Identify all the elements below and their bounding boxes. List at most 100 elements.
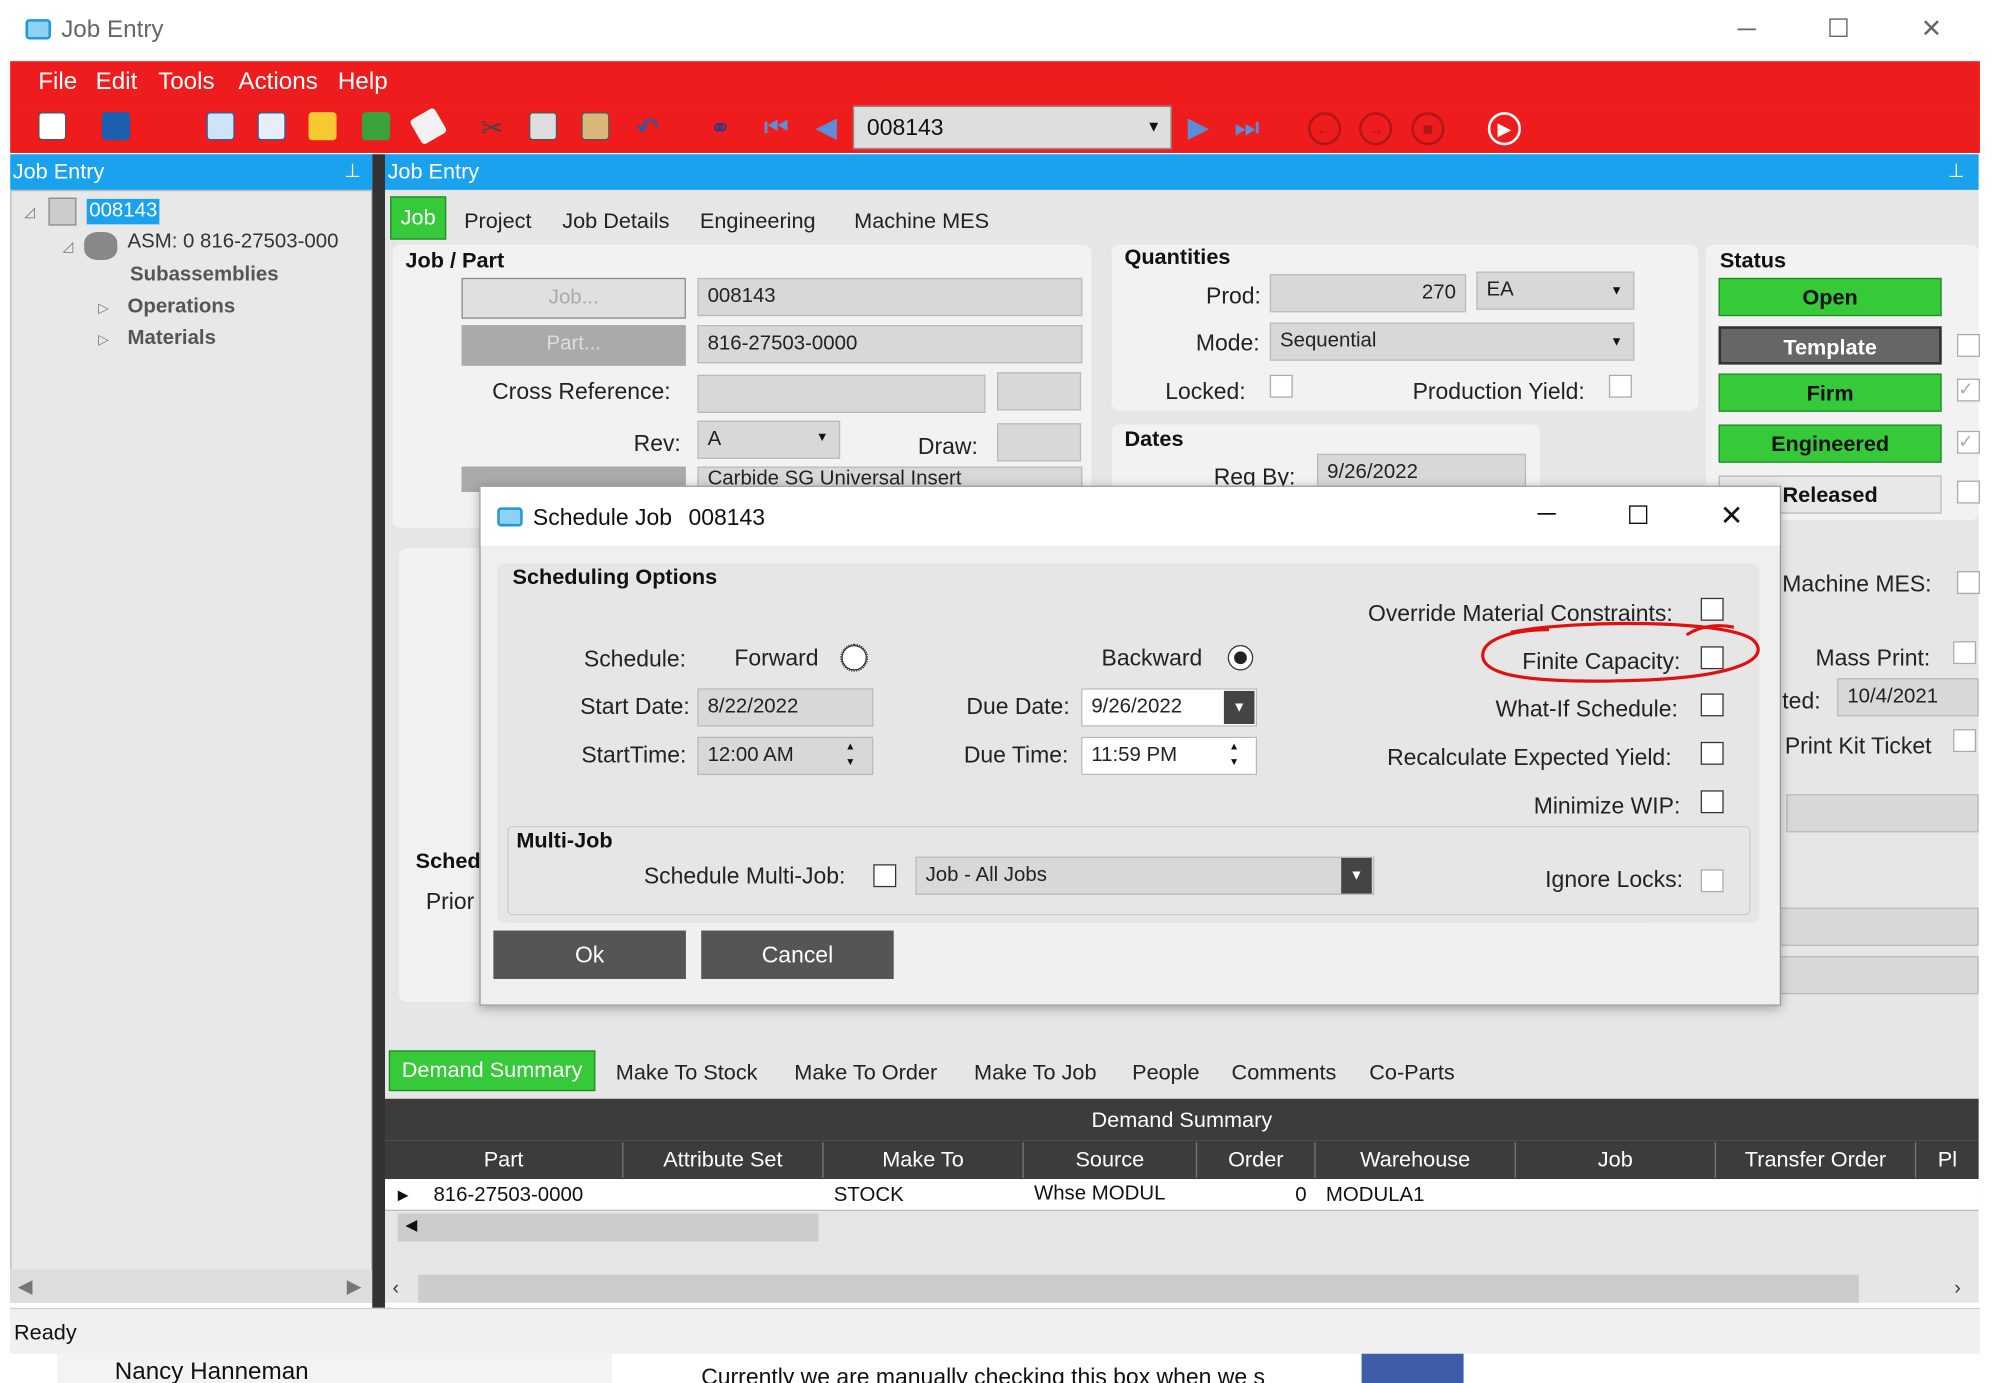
cell-make-to[interactable]: STOCK: [834, 1184, 904, 1207]
maximize-button[interactable]: ☐: [1627, 500, 1650, 532]
chevron-down-icon[interactable]: ▼: [1146, 117, 1161, 135]
tree-node-job[interactable]: 008143: [86, 198, 160, 225]
tab-make-to-stock[interactable]: Make To Stock: [616, 1061, 758, 1086]
refresh-icon[interactable]: [362, 112, 391, 141]
draw-field[interactable]: [996, 423, 1082, 462]
tab-job[interactable]: Job: [390, 196, 447, 240]
status-firm[interactable]: Firm: [1718, 373, 1942, 412]
part-field[interactable]: 816-27503-0000: [697, 325, 1083, 364]
menu-actions[interactable]: Actions: [238, 69, 317, 97]
cell-source[interactable]: Whse MODUL: [1034, 1183, 1165, 1206]
cut-icon[interactable]: ✂: [478, 112, 506, 144]
spinner-icon[interactable]: ▲ ▼: [1229, 739, 1239, 770]
menu-help[interactable]: Help: [338, 69, 388, 97]
recalculate-checkbox[interactable]: [1700, 741, 1724, 765]
scroll-right-icon[interactable]: ▶: [347, 1275, 362, 1298]
tree-node-materials[interactable]: Materials: [127, 328, 215, 351]
template-checkbox[interactable]: [1956, 333, 1980, 357]
col-attribute-set[interactable]: Attribute Set: [623, 1142, 824, 1178]
chevron-down-icon[interactable]: ▼: [1341, 857, 1372, 894]
new-icon[interactable]: [38, 112, 67, 141]
released-checkbox[interactable]: [1956, 480, 1980, 504]
status-open[interactable]: Open: [1718, 277, 1942, 317]
paste-icon[interactable]: [581, 112, 610, 141]
next-record-icon[interactable]: ▶: [1183, 112, 1214, 143]
table-row[interactable]: [385, 1179, 1979, 1211]
tree-node-subassemblies[interactable]: Subassemblies: [130, 264, 279, 287]
tab-machine-mes[interactable]: Machine MES: [854, 209, 989, 234]
status-template[interactable]: Template: [1718, 326, 1942, 365]
collapse-icon[interactable]: ◿: [62, 238, 73, 255]
menu-file[interactable]: File: [38, 69, 77, 97]
spinner-icon[interactable]: ▲ ▼: [845, 739, 855, 770]
ted-date-field[interactable]: 10/4/2021: [1837, 678, 1979, 717]
engineered-checkbox[interactable]: ✓: [1956, 430, 1980, 454]
ok-button[interactable]: Ok: [493, 930, 686, 979]
maximize-button[interactable]: ☐: [1813, 10, 1864, 48]
status-field-a[interactable]: [1786, 794, 1979, 833]
tree-scrollbar[interactable]: [10, 1269, 373, 1303]
stop-icon[interactable]: ■: [1411, 112, 1445, 146]
cell-warehouse[interactable]: MODULA1: [1326, 1184, 1425, 1207]
mode-select[interactable]: Sequential: [1269, 322, 1635, 361]
scroll-left-icon[interactable]: ◀: [18, 1275, 33, 1298]
prod-qty-field[interactable]: 270: [1269, 274, 1467, 313]
schedule-multi-job-checkbox[interactable]: [873, 864, 897, 888]
locked-checkbox[interactable]: [1269, 374, 1293, 398]
collapse-icon[interactable]: ◿: [24, 204, 35, 220]
scroll-left-icon[interactable]: ◀: [405, 1216, 417, 1234]
machine-mes-checkbox[interactable]: [1956, 571, 1980, 595]
play-icon[interactable]: ▶: [1487, 112, 1521, 146]
col-part[interactable]: Part: [385, 1142, 624, 1178]
col-pl[interactable]: Pl: [1916, 1142, 1978, 1178]
tab-co-parts[interactable]: Co-Parts: [1369, 1061, 1455, 1086]
tree-node-asm[interactable]: ASM: 0 816-27503-000: [127, 231, 338, 254]
cross-reference-field[interactable]: [697, 374, 986, 414]
what-if-checkbox[interactable]: [1700, 693, 1724, 717]
tab-demand-summary[interactable]: Demand Summary: [388, 1050, 596, 1092]
col-job[interactable]: Job: [1516, 1142, 1717, 1178]
minimize-wip-checkbox[interactable]: [1700, 790, 1724, 814]
tab-project[interactable]: Project: [464, 209, 531, 234]
chevron-down-icon[interactable]: ▼: [1610, 335, 1623, 349]
tab-comments[interactable]: Comments: [1232, 1061, 1337, 1086]
forward-radio[interactable]: [840, 643, 869, 672]
first-record-icon[interactable]: ⏮: [761, 112, 792, 143]
production-yield-checkbox[interactable]: [1608, 374, 1632, 398]
pin-icon[interactable]: ⊥: [1948, 159, 1965, 183]
cell-order[interactable]: 0: [1295, 1184, 1306, 1207]
binoculars-icon[interactable]: ⚭: [706, 112, 734, 143]
back-icon[interactable]: ←: [1308, 112, 1342, 146]
cell-part[interactable]: 816-27503-0000: [433, 1184, 583, 1207]
main-hscroll[interactable]: [418, 1274, 1859, 1303]
part-button[interactable]: Part...: [461, 325, 686, 366]
minimize-button[interactable]: ─: [1538, 500, 1556, 529]
chevron-down-icon[interactable]: ▼: [1610, 284, 1623, 298]
expand-icon[interactable]: ▷: [98, 300, 109, 316]
job-field[interactable]: 008143: [697, 277, 1083, 317]
col-source[interactable]: Source: [1024, 1142, 1198, 1178]
menu-tools[interactable]: Tools: [158, 69, 215, 97]
print-kit-checkbox[interactable]: [1953, 729, 1977, 753]
forward-icon[interactable]: →: [1359, 112, 1393, 146]
grid-hscroll-left[interactable]: [397, 1213, 819, 1242]
book-icon[interactable]: [206, 112, 235, 141]
multi-job-select[interactable]: Job - All Jobs: [915, 856, 1375, 895]
save-icon[interactable]: [101, 112, 131, 141]
calendar-dropdown-icon[interactable]: ▼: [1223, 690, 1255, 725]
cancel-button[interactable]: Cancel: [701, 930, 894, 979]
menu-edit[interactable]: Edit: [96, 69, 138, 97]
scroll-left-icon[interactable]: ‹: [393, 1277, 399, 1299]
folder-icon[interactable]: [308, 112, 337, 141]
calendar-icon[interactable]: [257, 112, 286, 141]
firm-checkbox[interactable]: ✓: [1956, 378, 1980, 402]
mass-print-checkbox[interactable]: [1953, 641, 1977, 665]
col-make-to[interactable]: Make To: [824, 1142, 1024, 1178]
splitter[interactable]: [372, 154, 386, 1308]
expand-icon[interactable]: ▷: [98, 331, 109, 348]
close-button[interactable]: ✕: [1720, 500, 1744, 533]
tab-make-to-job[interactable]: Make To Job: [974, 1061, 1096, 1086]
status-engineered[interactable]: Engineered: [1718, 424, 1942, 463]
tree-node-operations[interactable]: Operations: [127, 296, 235, 319]
tab-job-details[interactable]: Job Details: [562, 209, 669, 234]
